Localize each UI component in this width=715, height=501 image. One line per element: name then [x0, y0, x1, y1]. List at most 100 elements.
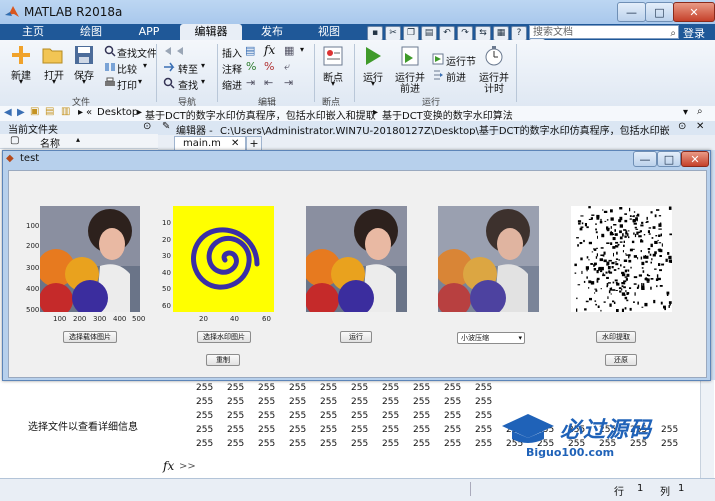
matrix-cell: 255	[444, 439, 462, 449]
find-button[interactable]: 查找	[178, 77, 198, 92]
up-folder-icon[interactable]: ▣	[30, 106, 39, 117]
tab-plots[interactable]: 绘图	[66, 24, 116, 40]
title-bar: MATLAB R2018a — □ ✕	[0, 0, 715, 24]
minimize-button[interactable]: —	[617, 2, 646, 22]
comment-percent-icon[interactable]: %	[246, 60, 256, 73]
matrix-cell: 255	[382, 425, 400, 435]
smart-indent-icon[interactable]: ⇥	[246, 76, 255, 89]
matrix-cell: 255	[258, 383, 276, 393]
decrease-indent-icon[interactable]: ⇥	[284, 76, 293, 89]
axes2-ytick: 50	[162, 285, 171, 293]
breadcrumb-folder[interactable]: 基于DCT变换的数字水印算法	[382, 107, 513, 122]
help-icon[interactable]: ?	[511, 26, 527, 41]
attacked-image-axes	[438, 206, 539, 312]
print-button[interactable]: 打印	[117, 77, 137, 92]
insert-dropdown-icon[interactable]: ▾	[300, 45, 304, 54]
axes2-ytick: 20	[162, 236, 171, 244]
tab-close-icon[interactable]: ✕	[231, 138, 239, 149]
layout-icon[interactable]: ▦	[493, 26, 509, 41]
reset-button[interactable]: 重制	[206, 354, 240, 366]
save-dropdown-icon[interactable]: ▾	[77, 77, 91, 86]
login-link[interactable]: 登录	[683, 25, 705, 41]
back-arrow-icon[interactable]: ◀	[4, 107, 12, 118]
print-dropdown-icon[interactable]: ▾	[138, 77, 142, 86]
run-and-time-button-line2[interactable]: 计时	[477, 80, 511, 95]
insert-button[interactable]: 插入	[222, 45, 242, 60]
insert-function-icon[interactable]: fx	[264, 43, 275, 57]
ribbon-separator	[354, 44, 355, 102]
breakpoints-dropdown-icon[interactable]: ▾	[326, 79, 340, 88]
ribbon-separator	[516, 44, 517, 102]
uncomment-icon[interactable]: %	[264, 60, 274, 73]
breadcrumb-separator-icon: ▸	[137, 107, 143, 118]
insert-section-icon[interactable]: ▤	[245, 44, 255, 57]
run-section-button[interactable]: 运行节	[446, 53, 476, 68]
forward-arrow-icon[interactable]: ▶	[17, 107, 25, 118]
address-search-icon[interactable]: ⌕	[697, 106, 703, 117]
function-browser-icon[interactable]: fx	[163, 459, 174, 473]
attack-method-select[interactable]: 小波压缩 ▾	[457, 332, 525, 344]
search-input[interactable]: 搜索文档 ⌕	[529, 25, 679, 39]
axes2-xtick: 20	[199, 315, 208, 323]
expand-icon[interactable]: ▢	[10, 135, 19, 146]
cut-icon[interactable]: ✂	[385, 26, 401, 41]
switch-window-icon[interactable]: ⇆	[475, 26, 491, 41]
address-dropdown-icon[interactable]: ▾	[683, 107, 688, 118]
matrix-cell: 255	[320, 425, 338, 435]
matrix-cell: 255	[289, 425, 307, 435]
sort-ascending-icon[interactable]: ▴	[76, 135, 80, 144]
breadcrumb-desktop[interactable]: Desktop	[97, 107, 138, 118]
run-button[interactable]: 运行	[340, 331, 372, 343]
compare-dropdown-icon[interactable]: ▾	[143, 61, 147, 70]
figure-minimize-button[interactable]: —	[633, 151, 657, 167]
cell-icon[interactable]: ▦	[284, 44, 294, 57]
editor-options-icon[interactable]: ⊙	[678, 121, 686, 132]
figure-maximize-button[interactable]: □	[657, 151, 681, 167]
column-name[interactable]: 名称	[40, 135, 60, 150]
panel-options-icon[interactable]: ⊙	[143, 121, 151, 132]
matrix-cell: 255	[351, 439, 369, 449]
tab-apps[interactable]: APP	[126, 24, 172, 40]
folder-icon: ▥	[61, 106, 71, 117]
maximize-button[interactable]: □	[645, 2, 674, 22]
extract-watermark-button[interactable]: 水印提取	[596, 331, 636, 343]
paste-icon[interactable]: ▤	[421, 26, 437, 41]
undo-icon[interactable]: ↶	[439, 26, 455, 41]
editor-tab-main[interactable]: main.m ✕	[174, 136, 246, 151]
redo-icon[interactable]: ↷	[457, 26, 473, 41]
editor-close-icon[interactable]: ✕	[696, 121, 704, 132]
comment-button[interactable]: 注释	[222, 61, 242, 76]
tab-home[interactable]: 主页	[10, 24, 56, 40]
goto-dropdown-icon[interactable]: ▾	[201, 61, 205, 70]
breadcrumb-project[interactable]: 基于DCT的数字水印仿真程序，包括水印嵌入和提取	[145, 107, 376, 122]
compare-button[interactable]: 比较	[117, 61, 137, 76]
new-dropdown-icon[interactable]: ▾	[14, 77, 28, 86]
watermark-text: 必过源码	[560, 418, 653, 443]
run-dropdown-icon[interactable]: ▾	[366, 79, 380, 88]
command-window-scrollbar[interactable]	[700, 380, 714, 478]
indent-button[interactable]: 缩进	[222, 77, 242, 92]
copy-icon[interactable]: ❐	[403, 26, 419, 41]
tab-publish[interactable]: 发布	[247, 24, 297, 40]
tab-editor[interactable]: 编辑器	[180, 24, 242, 40]
figure-close-button[interactable]: ✕	[681, 151, 709, 167]
increase-indent-icon[interactable]: ⇤	[264, 76, 273, 89]
matrix-cell: 255	[382, 397, 400, 407]
open-dropdown-icon[interactable]: ▾	[47, 77, 61, 86]
restore-button[interactable]: 还原	[605, 354, 637, 366]
wrap-comments-icon[interactable]: ⤶	[284, 60, 290, 74]
save-icon[interactable]: ▪	[367, 26, 383, 41]
find-files-button[interactable]: 查找文件	[117, 45, 157, 60]
close-button[interactable]: ✕	[673, 2, 715, 22]
run-and-advance-button-line2[interactable]: 前进	[393, 80, 427, 95]
find-dropdown-icon[interactable]: ▾	[201, 77, 205, 86]
tab-view[interactable]: 视图	[306, 24, 352, 40]
goto-button[interactable]: 转至	[178, 61, 198, 76]
browse-folder-icon[interactable]: ▤	[45, 106, 54, 117]
axes2-ytick: 60	[162, 302, 171, 310]
select-watermark-image-button[interactable]: 选择水印图片	[197, 331, 251, 343]
editor-header: ✎ 编辑器 - C:\Users\Administrator.WIN7U-201…	[158, 121, 715, 137]
advance-button[interactable]: 前进	[446, 69, 466, 84]
select-carrier-image-button[interactable]: 选择载体图片	[63, 331, 117, 343]
breadcrumb-separator-icon: «	[86, 107, 93, 118]
